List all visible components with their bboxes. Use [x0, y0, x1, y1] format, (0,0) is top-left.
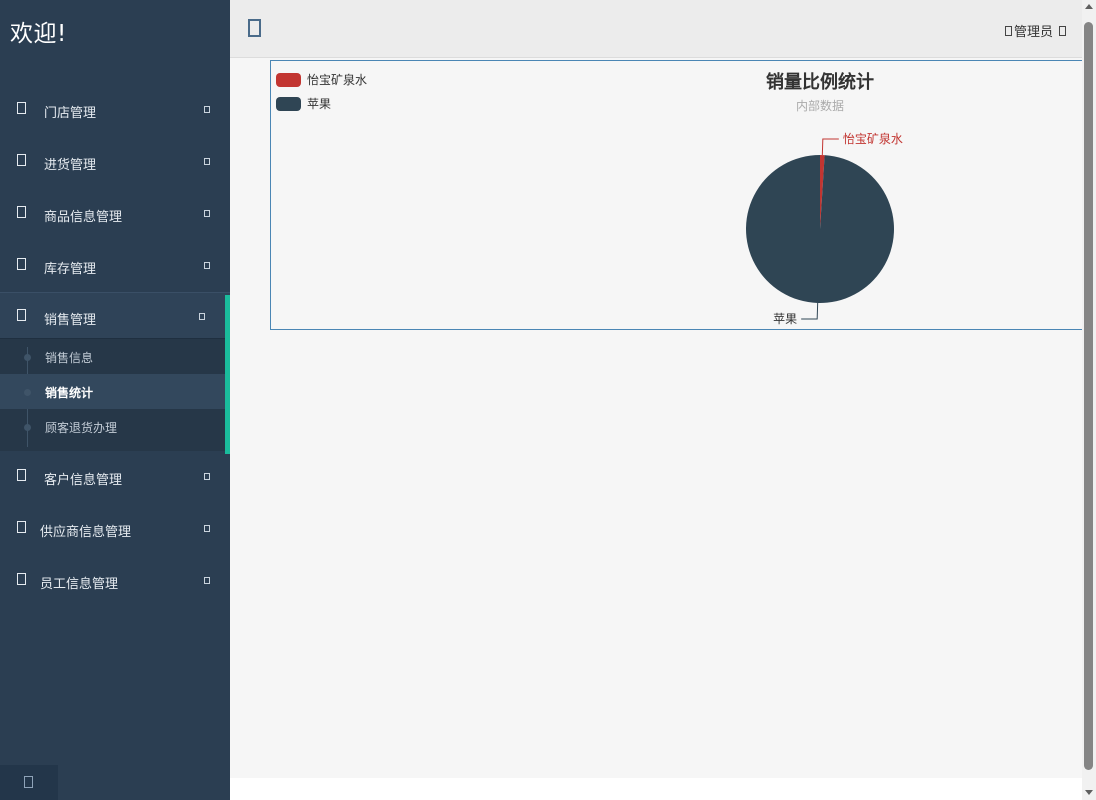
supplier-icon — [17, 521, 26, 533]
inventory-icon — [17, 258, 26, 270]
sidebar-item-inventory[interactable]: 库存管理 — [0, 240, 230, 292]
menu-toggle-icon[interactable] — [248, 19, 261, 37]
expand-icon — [204, 577, 210, 584]
sidebar-item-label: 供应商信息管理 — [40, 525, 132, 540]
sidebar-item-store[interactable]: 门店管理 — [0, 84, 230, 136]
legend-swatch[interactable] — [276, 73, 301, 87]
submenu-label: 销售信息 — [45, 351, 94, 365]
bullet-icon — [24, 424, 31, 431]
chevron-down-icon — [1059, 25, 1066, 36]
chart-legend: 怡宝矿泉水苹果 — [276, 73, 367, 111]
chart-subtitle: 内部数据 — [796, 98, 844, 113]
sidebar-item-purchase[interactable]: 进货管理 — [0, 136, 230, 188]
user-icon — [1004, 25, 1012, 36]
expand-icon — [204, 210, 210, 217]
legend-swatch[interactable] — [276, 97, 301, 111]
sidebar-menu: 门店管理 进货管理 商品信息管理 库存管理 销售管理 销售信息 销售统计 顾客退… — [0, 84, 230, 607]
sidebar: 欢迎! 门店管理 进货管理 商品信息管理 库存管理 销售管理 销售信息 销售统计… — [0, 0, 230, 800]
submenu-item-sales-stats[interactable]: 销售统计 — [0, 374, 230, 409]
sidebar-item-label: 门店管理 — [44, 106, 97, 121]
sales-icon — [17, 309, 26, 321]
expand-icon — [204, 262, 210, 269]
customer-icon — [17, 469, 26, 481]
expand-icon — [204, 473, 210, 480]
bullet-icon — [24, 354, 31, 361]
legend-label[interactable]: 怡宝矿泉水 — [307, 73, 367, 87]
expand-icon — [204, 525, 210, 532]
collapse-icon — [199, 313, 205, 320]
settings-icon — [24, 776, 33, 788]
sidebar-item-product[interactable]: 商品信息管理 — [0, 188, 230, 240]
product-icon — [17, 206, 26, 218]
sidebar-item-employee[interactable]: 员工信息管理 — [0, 555, 230, 607]
store-icon — [17, 102, 26, 114]
legend-label[interactable]: 苹果 — [307, 97, 331, 111]
pie-chart: 怡宝矿泉水苹果 销量比例统计 内部数据 怡宝矿泉水苹果 — [276, 71, 903, 326]
sidebar-footer-button[interactable] — [0, 765, 58, 800]
sidebar-item-supplier[interactable]: 供应商信息管理 — [0, 503, 230, 555]
chart-panel: 怡宝矿泉水 苹果 销量比例统计 内部数据 怡宝矿泉水 苹果 — [270, 60, 1082, 330]
submenu-item-sales-info[interactable]: 销售信息 — [0, 339, 230, 374]
employee-icon — [17, 573, 26, 585]
slice-label: 怡宝矿泉水 — [843, 132, 903, 146]
sidebar-item-label: 进货管理 — [44, 158, 97, 173]
user-menu[interactable]: 管理员 — [1004, 21, 1066, 40]
purchase-icon — [17, 154, 26, 166]
sidebar-item-label: 商品信息管理 — [44, 210, 123, 225]
sidebar-item-customer[interactable]: 客户信息管理 — [0, 451, 230, 503]
submenu-label: 顾客退货办理 — [45, 421, 118, 435]
user-label: 管理员 — [1013, 25, 1053, 40]
pie-slices — [746, 155, 895, 303]
label-leader-line — [801, 302, 819, 320]
chart-title: 销量比例统计 — [766, 71, 874, 93]
scrollbar-thumb[interactable] — [1084, 22, 1093, 770]
sidebar-item-label: 员工信息管理 — [40, 577, 119, 592]
scroll-up-icon[interactable] — [1085, 4, 1093, 9]
sidebar-item-label: 客户信息管理 — [44, 473, 123, 488]
scroll-down-icon[interactable] — [1085, 790, 1093, 795]
label-leader-line — [821, 138, 839, 156]
sales-submenu: 销售信息 销售统计 顾客退货办理 — [0, 339, 230, 451]
expand-icon — [204, 158, 210, 165]
sidebar-item-label: 库存管理 — [44, 262, 97, 277]
bullet-icon — [24, 389, 31, 396]
main-content: 怡宝矿泉水 苹果 销量比例统计 内部数据 怡宝矿泉水 苹果 — [230, 58, 1082, 778]
sidebar-item-label: 销售管理 — [44, 313, 97, 328]
submenu-label: 销售统计 — [45, 386, 94, 400]
vertical-scrollbar[interactable] — [1082, 0, 1096, 800]
brand-title: 欢迎! — [10, 21, 67, 47]
expand-icon — [204, 106, 210, 113]
slice-label: 苹果 — [773, 312, 797, 326]
submenu-item-returns[interactable]: 顾客退货办理 — [0, 409, 230, 444]
sidebar-item-sales[interactable]: 销售管理 — [0, 292, 230, 339]
topbar: 管理员 — [230, 0, 1082, 58]
